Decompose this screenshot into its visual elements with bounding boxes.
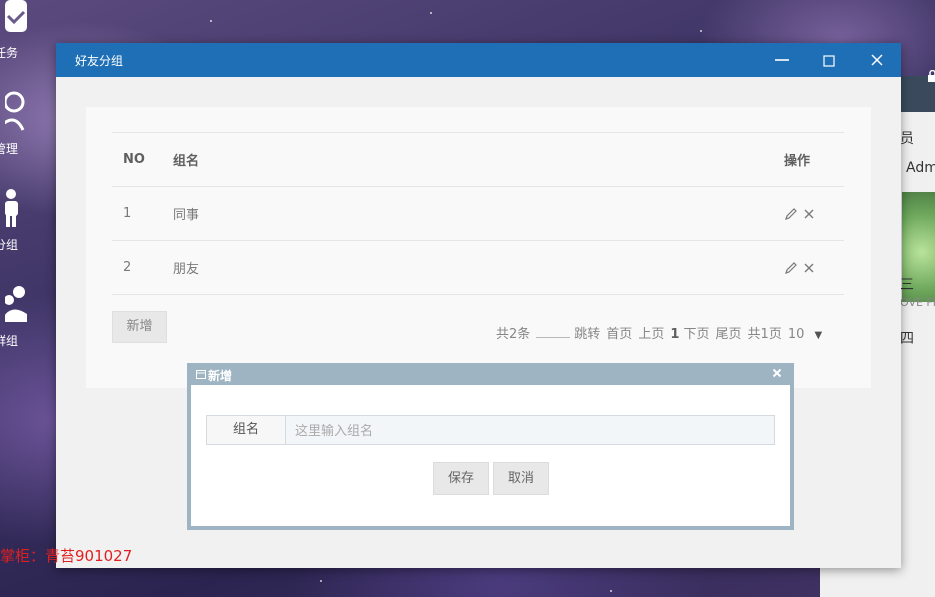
- star: [320, 580, 322, 582]
- background-text: OVE FH: [900, 296, 935, 309]
- group-icon: [5, 286, 27, 322]
- save-button[interactable]: 保存: [433, 462, 489, 495]
- add-group-dialog: 新增 组名 保存 取消: [187, 363, 794, 530]
- desktop-icon-label: 任务: [0, 46, 19, 60]
- dialog-close-icon[interactable]: [772, 368, 782, 378]
- window-title-bar[interactable]: 好友分组: [56, 43, 901, 77]
- star: [430, 12, 432, 14]
- watermark-text: 掌柜：青苔901027: [0, 547, 133, 565]
- background-text: 员: [900, 131, 914, 147]
- group-name-input[interactable]: [293, 420, 767, 442]
- minimize-button[interactable]: [758, 43, 804, 77]
- maximize-icon: [823, 55, 835, 67]
- star: [610, 590, 612, 592]
- cancel-button[interactable]: 取消: [493, 462, 549, 495]
- check-icon: [5, 0, 27, 32]
- close-icon: [871, 54, 883, 66]
- minimize-icon: [775, 59, 789, 61]
- close-button[interactable]: [854, 43, 900, 77]
- star: [210, 20, 212, 22]
- lock-icon: [928, 70, 935, 82]
- maximize-button[interactable]: [806, 43, 852, 77]
- user-outline-icon: [5, 91, 25, 131]
- person-icon: [5, 189, 18, 227]
- dialog-title: 新增: [208, 369, 233, 383]
- desktop-icon-tasks[interactable]: 任务: [0, 0, 40, 60]
- background-text: 四: [900, 331, 914, 347]
- dialog-body: 组名 保存 取消: [191, 385, 790, 526]
- desktop-icon-label: 管理: [0, 142, 19, 156]
- desktop-icon-label: 群组: [0, 334, 19, 348]
- background-text: Adm: [906, 160, 935, 176]
- dialog-title-bar[interactable]: 新增: [187, 363, 794, 385]
- desktop-icon-management[interactable]: 管理: [0, 90, 40, 156]
- window-icon: [196, 370, 206, 379]
- group-name-label: 组名: [207, 416, 286, 444]
- desktop-icon-groups[interactable]: 分组: [0, 188, 40, 252]
- group-name-field: 组名: [206, 415, 775, 445]
- desktop-icon-group-chat[interactable]: 群组: [0, 284, 40, 348]
- star: [700, 30, 702, 32]
- desktop-icon-label: 分组: [0, 238, 19, 252]
- window-title: 好友分组: [75, 54, 124, 68]
- background-text: 三: [900, 277, 914, 293]
